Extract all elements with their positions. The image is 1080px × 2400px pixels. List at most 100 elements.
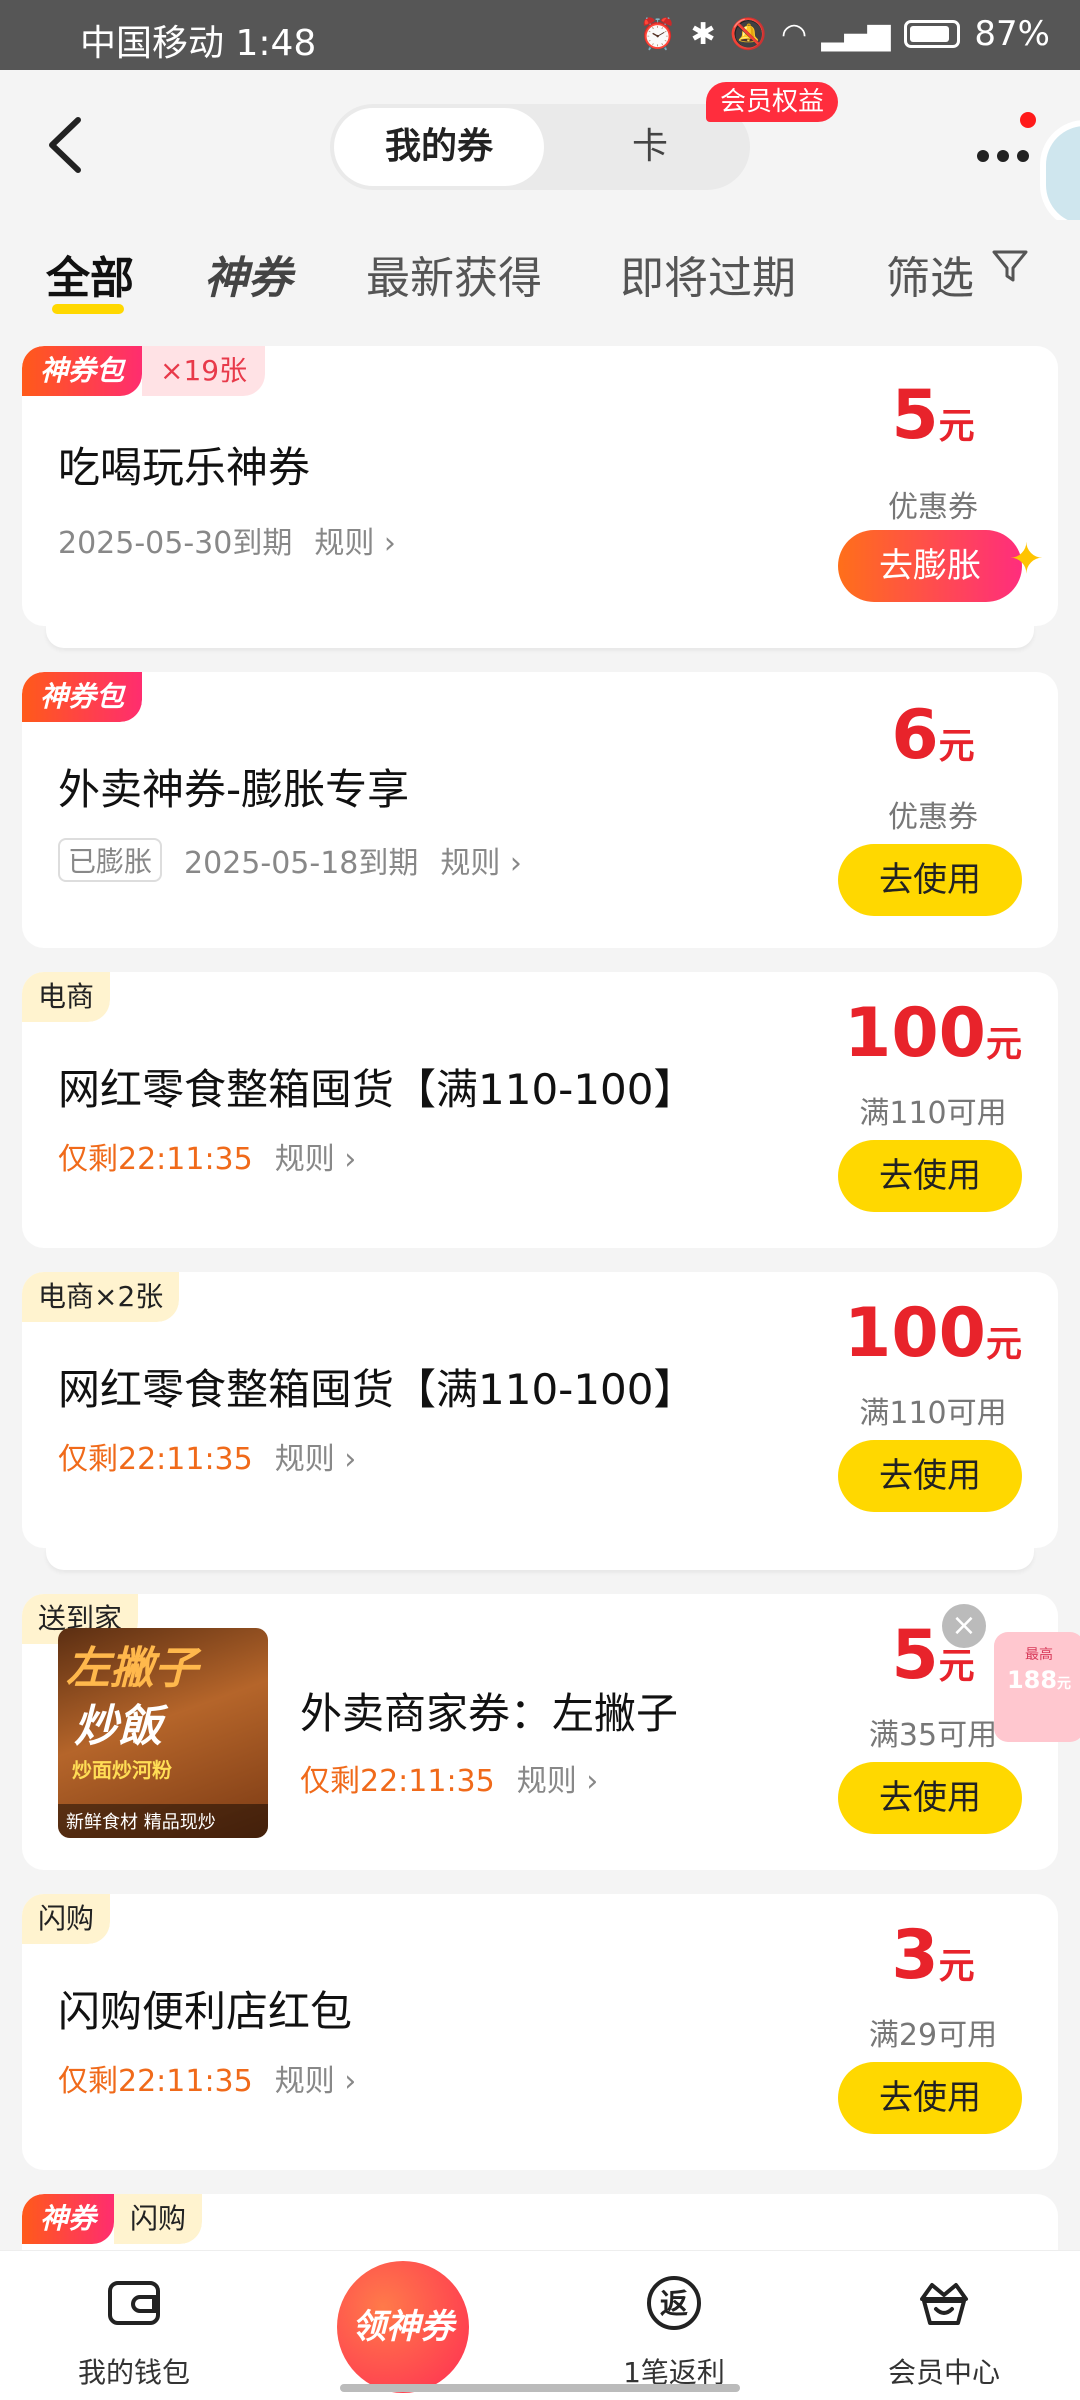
amount-unit: 元 <box>985 1324 1022 1365</box>
red-packet-amount: 188元 <box>994 1666 1080 1694</box>
use-button[interactable]: 去使用 <box>838 1762 1022 1834</box>
coupon-meta: 仅剩22:11:35 规则 › <box>58 1134 356 1178</box>
red-packet-value: 188 <box>1006 1666 1058 1694</box>
get-shen-coupon-button[interactable]: 领神券 <box>337 2261 469 2393</box>
tab-my-coupons[interactable]: 我的券 <box>334 108 544 186</box>
amount-unit: 元 <box>985 1024 1022 1065</box>
rule-label: 规则 <box>440 846 501 881</box>
rule-link[interactable]: 规则 › <box>440 838 522 882</box>
shen-coupon-pack-tag: 神券包 <box>22 346 143 396</box>
expand-button[interactable]: 去膨胀 <box>838 530 1022 602</box>
chevron-right-icon: › <box>383 526 396 561</box>
close-icon[interactable]: × <box>942 1604 986 1648</box>
rule-link[interactable]: 规则 › <box>275 1434 357 1478</box>
signal-icon: ▂▄▆ <box>821 16 891 52</box>
countdown-text: 仅剩22:11:35 <box>58 2064 253 2099</box>
coupon-card[interactable]: 神券包 ×19张 吃喝玩乐神券 2025-05-30到期 规则 › 5元 优惠券… <box>22 346 1058 626</box>
coupon-title: 外卖商家券：左撇子 <box>300 1689 679 1738</box>
nav-rebate[interactable]: 返 1笔返利 <box>574 2251 774 2400</box>
rule-link[interactable]: 规则 › <box>314 518 396 562</box>
rule-link[interactable]: 规则 › <box>517 1756 599 1800</box>
status-icons: ⏰ ✱ 🔕 ◠ ▂▄▆ 87% <box>639 14 1050 54</box>
filter-tabs: 全部 神券 最新获得 即将过期 筛选 <box>0 220 1080 330</box>
amount-value: 5 <box>891 1616 939 1695</box>
stacked-card-edge <box>46 626 1034 648</box>
more-dots-icon <box>977 150 1029 162</box>
thumb-text: 左撇子 <box>66 1643 198 1694</box>
coupon-title: 闪购便利店红包 <box>58 1987 353 2036</box>
chevron-right-icon: › <box>344 2064 357 2099</box>
use-button[interactable]: 去使用 <box>838 844 1022 916</box>
red-packet-unit: 元 <box>1057 1676 1072 1692</box>
tab-expiring[interactable]: 即将过期 <box>620 242 796 306</box>
coupon-meta: 仅剩22:11:35 规则 › <box>58 1434 356 1478</box>
amount-value: 100 <box>844 994 986 1073</box>
coupon-card[interactable]: 电商 网红零食整箱囤货【满110-100】 仅剩22:11:35 规则 › 10… <box>22 972 1058 1248</box>
floating-avatar[interactable] <box>1040 120 1080 230</box>
nav-wallet[interactable]: 我的钱包 <box>34 2251 234 2400</box>
use-button[interactable]: 去使用 <box>838 1440 1022 1512</box>
mute-icon: 🔕 <box>729 16 768 52</box>
expanded-status-badge: 已膨胀 <box>58 838 163 882</box>
thumb-text: 炒飯 <box>74 1701 162 1752</box>
coupon-tag: 神券包 <box>22 672 143 722</box>
rule-label: 规则 <box>274 2064 335 2099</box>
floating-red-packet[interactable]: 最高 188元 <box>994 1632 1080 1742</box>
nav-member-center[interactable]: 会员中心 <box>844 2251 1044 2400</box>
coupon-amount: 100元 <box>808 1294 1058 1373</box>
filter-icon[interactable] <box>990 246 1030 286</box>
chevron-right-icon: › <box>344 1142 357 1177</box>
chevron-right-icon: › <box>344 1442 357 1477</box>
coupon-amount: 6元 <box>808 696 1058 775</box>
back-button[interactable] <box>36 110 96 180</box>
countdown-text: 仅剩22:11:35 <box>58 1142 253 1177</box>
use-button[interactable]: 去使用 <box>838 1140 1022 1212</box>
nav-label: 会员中心 <box>887 2356 1000 2389</box>
thumb-text: 新鲜食材 精品现炒 <box>58 1804 268 1838</box>
bluetooth-icon: ✱ <box>690 16 716 52</box>
coupon-amount: 100元 <box>808 994 1058 1073</box>
tab-filter[interactable]: 筛选 <box>886 242 974 306</box>
coupon-condition: 优惠券 <box>888 490 978 525</box>
coupon-card[interactable]: 神券包 外卖神券-膨胀专享 已膨胀 2025-05-18到期 规则 › 6元 优… <box>22 672 1058 948</box>
header: 我的券 卡 会员权益 <box>0 70 1080 230</box>
amount-value: 5 <box>891 376 939 455</box>
amount-value: 6 <box>891 696 939 775</box>
tab-shen-coupons[interactable]: 神券 <box>204 242 292 306</box>
coupon-condition: 满110可用 <box>859 1396 1007 1431</box>
rule-link[interactable]: 规则 › <box>275 1134 357 1178</box>
rule-label: 规则 <box>274 1442 335 1477</box>
tab-newest[interactable]: 最新获得 <box>366 242 542 306</box>
coupon-title: 网红零食整箱囤货【满110-100】 <box>58 1365 696 1414</box>
coupon-amount: 5元 <box>808 376 1058 455</box>
use-button[interactable]: 去使用 <box>838 2062 1022 2134</box>
battery-icon <box>904 20 961 48</box>
bottom-nav: 我的钱包 领神券 返 1笔返利 会员中心 <box>0 2250 1080 2400</box>
coupon-card[interactable]: 电商×2张 网红零食整箱囤货【满110-100】 仅剩22:11:35 规则 ›… <box>22 1272 1058 1548</box>
countdown-text: 仅剩22:11:35 <box>300 1764 495 1799</box>
shen-coupon-tag: 神券 <box>22 2194 115 2244</box>
wallet-icon <box>108 2281 160 2325</box>
coupon-meta: 2025-05-30到期 规则 › <box>58 518 396 562</box>
rule-link[interactable]: 规则 › <box>275 2056 357 2100</box>
coupon-tag: 电商×2张 <box>22 1272 180 1322</box>
countdown-text: 仅剩22:11:35 <box>58 1442 253 1477</box>
rule-label: 规则 <box>516 1764 577 1799</box>
amount-value: 3 <box>891 1916 939 1995</box>
sparkle-icon: ✦ <box>1008 534 1044 583</box>
coupon-tag: 电商 <box>22 972 111 1022</box>
coupon-card[interactable]: 闪购 闪购便利店红包 仅剩22:11:35 规则 › 3元 满29可用 去使用 <box>22 1894 1058 2170</box>
category-tag: 电商 <box>22 972 111 1022</box>
coupon-card[interactable]: 送到家 左撇子 炒飯 炒面炒河粉 新鲜食材 精品现炒 外卖商家券：左撇子 仅剩2… <box>22 1594 1058 1870</box>
coupon-title: 外卖神券-膨胀专享 <box>58 765 410 814</box>
shen-coupon-pack-tag: 神券包 <box>22 672 143 722</box>
notification-dot <box>1020 112 1036 128</box>
thumb-text: 炒面炒河粉 <box>72 1758 172 1782</box>
more-button[interactable] <box>976 130 1030 176</box>
tab-all[interactable]: 全部 <box>46 242 134 306</box>
member-benefits-badge[interactable]: 会员权益 <box>706 82 839 122</box>
coupon-condition: 满110可用 <box>859 1096 1007 1131</box>
rule-label: 规则 <box>274 1142 335 1177</box>
battery-percent: 87% <box>974 14 1050 54</box>
wifi-icon: ◠ <box>781 16 808 52</box>
